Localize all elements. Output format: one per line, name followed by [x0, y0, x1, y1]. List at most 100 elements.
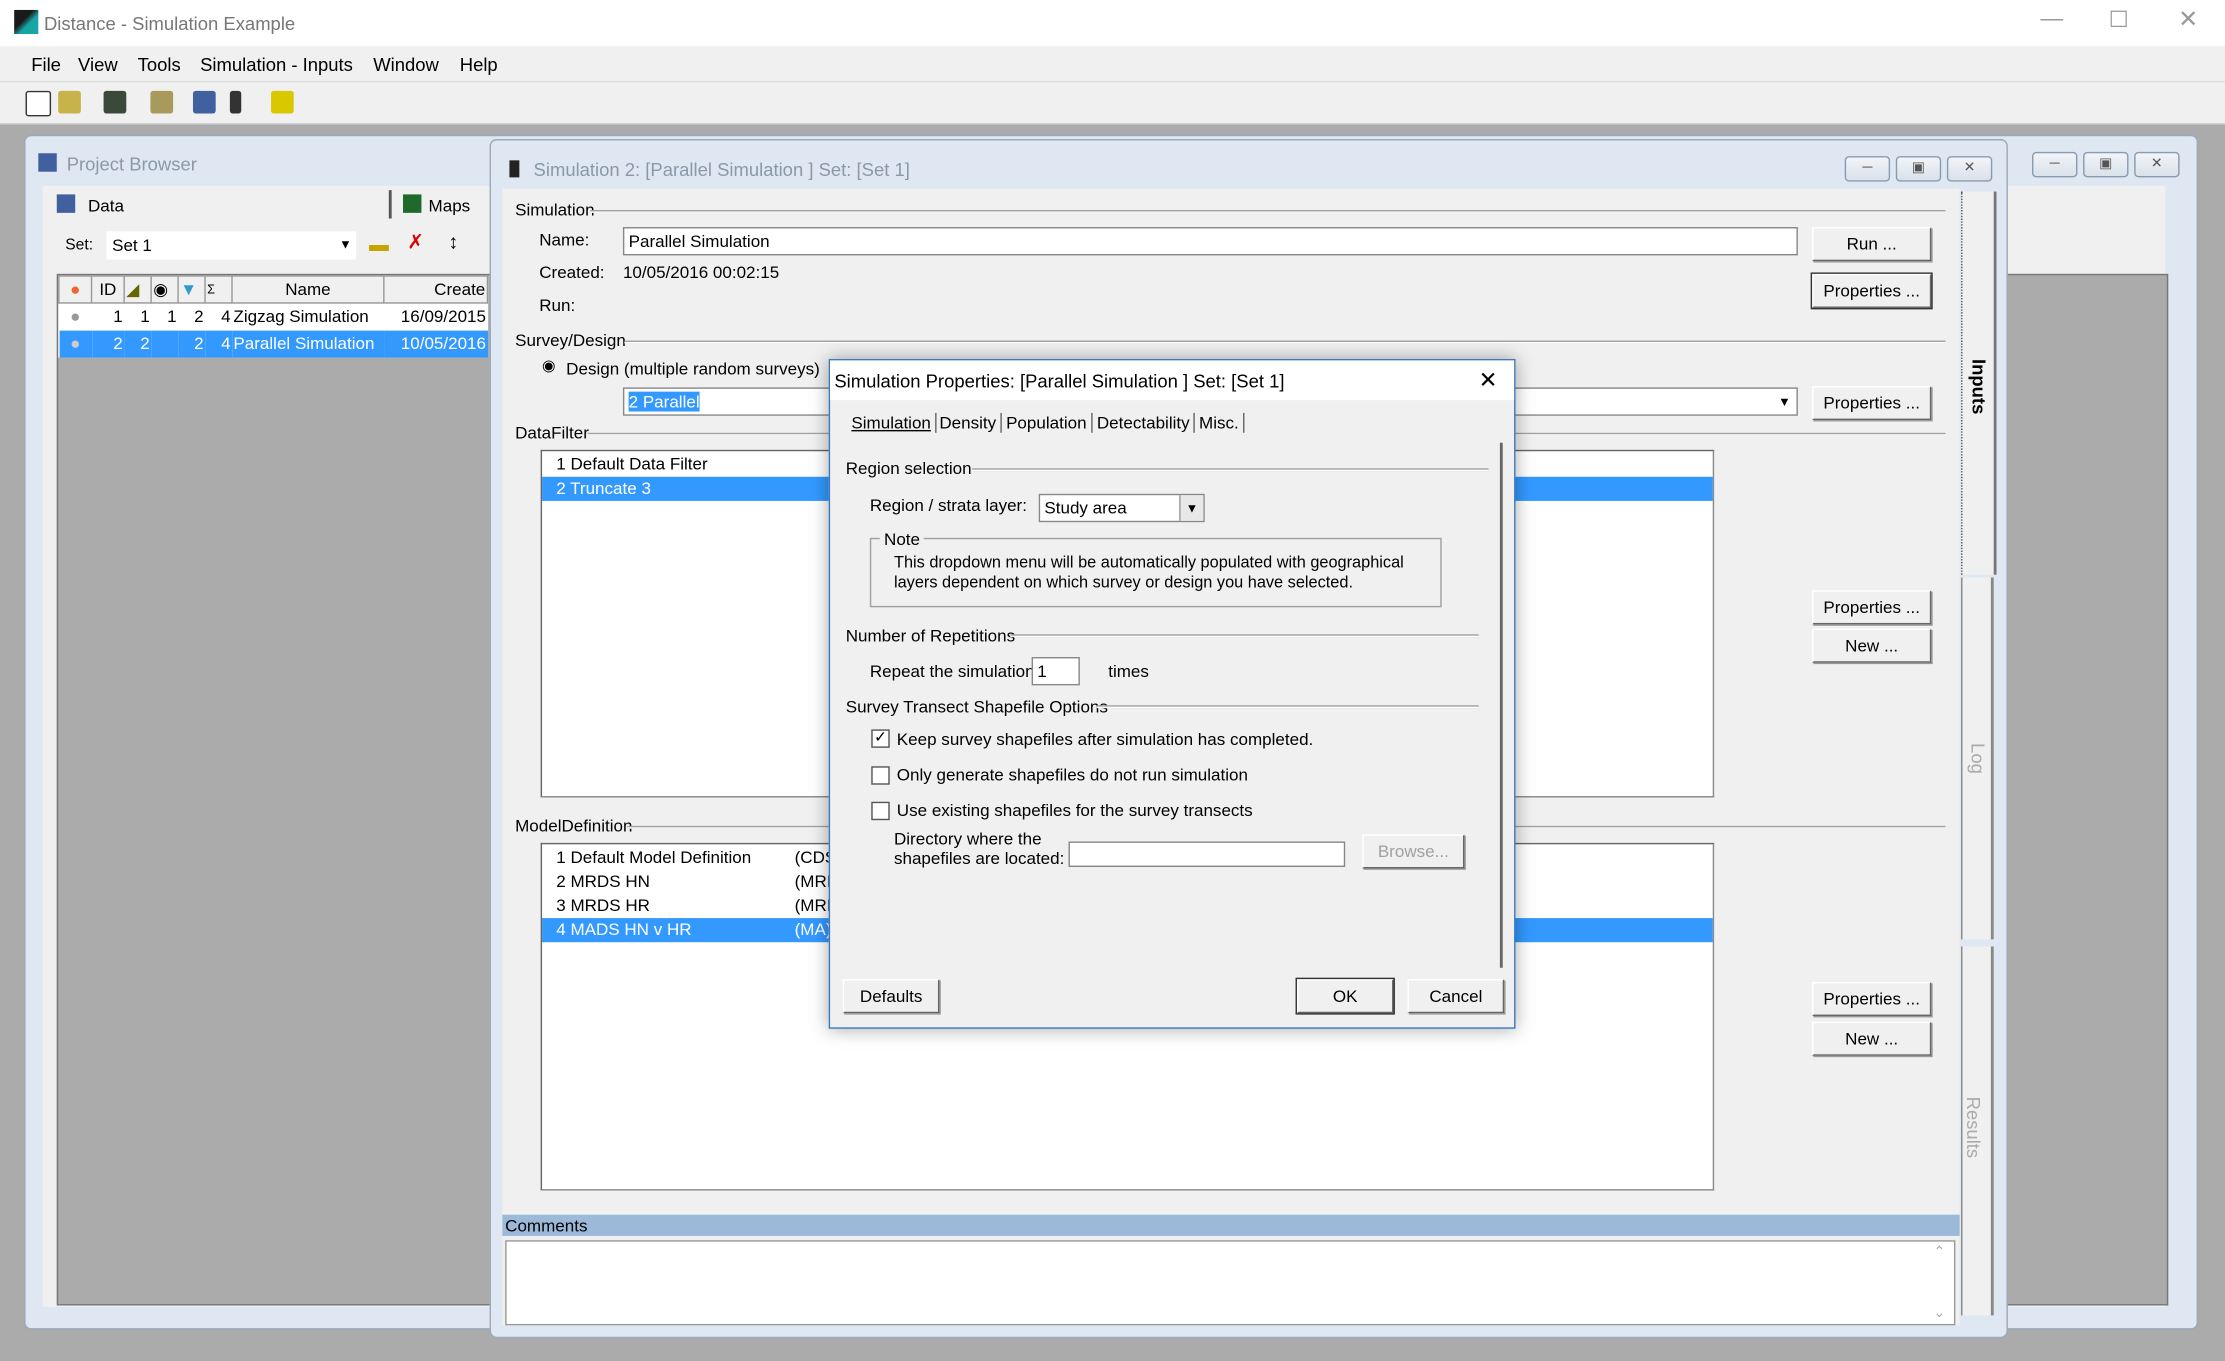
set-dropdown[interactable]: Set 1 ▼	[106, 231, 357, 260]
tab-maps[interactable]: Maps	[400, 190, 499, 218]
name-input[interactable]: Parallel Simulation	[622, 227, 1798, 256]
shapefile-group-label: Survey Transect Shapefile Options	[845, 696, 1108, 717]
table-row-selected[interactable]: ● 2 2 2 4 Parallel Simulation 10/05/2016	[58, 329, 488, 357]
sim-close-button[interactable]: ✕	[1946, 156, 1993, 182]
set-value: Set 1	[112, 235, 152, 256]
tab-misc[interactable]: Misc.	[1195, 412, 1245, 433]
directory-input[interactable]	[1068, 841, 1346, 868]
app-title: Distance - Simulation Example	[43, 12, 296, 35]
tab-population[interactable]: Population	[1002, 412, 1093, 433]
simulation-group-label: Simulation	[515, 200, 595, 220]
row-name: Zigzag Simulation	[233, 306, 369, 327]
comments-header: Comments	[502, 1214, 1960, 1236]
menu-help[interactable]: Help	[460, 54, 498, 75]
name-column-header[interactable]: Name	[231, 275, 385, 304]
new-project-icon[interactable]	[25, 90, 52, 117]
created-column-header[interactable]: Create	[383, 275, 489, 304]
filter-column-icon[interactable]: ▼	[177, 275, 206, 304]
row-model: 4	[221, 333, 231, 354]
scroll-up-icon[interactable]: ⌃	[1934, 1244, 1946, 1260]
model-name: 3 MRDS HR	[556, 895, 650, 916]
help-icon[interactable]	[271, 90, 294, 114]
browser-maximize-button[interactable]: ▣	[2083, 151, 2129, 178]
id-column-header[interactable]: ID	[90, 275, 125, 304]
browser-minimize-button[interactable]: ─	[2032, 151, 2078, 178]
model-new-button[interactable]: New ...	[1812, 1021, 1932, 1056]
use-existing-checkbox[interactable]	[871, 801, 890, 821]
created-value: 10/05/2016 00:02:15	[622, 262, 780, 283]
divider	[624, 340, 1946, 344]
run-button[interactable]: Run ...	[1812, 227, 1932, 262]
dialog-close-icon[interactable]: ✕	[1479, 366, 1498, 394]
tab-data[interactable]: Data	[54, 190, 392, 219]
chevron-down-icon[interactable]: ▼	[1179, 495, 1204, 521]
survey-column-icon[interactable]: ◉	[150, 275, 179, 304]
set-label: Set:	[65, 236, 94, 255]
menu-tools[interactable]: Tools	[138, 54, 181, 75]
app-title-bar: Distance - Simulation Example — ☐ ✕	[0, 0, 2225, 47]
simulation-hat-icon	[509, 160, 520, 178]
sim-maximize-button[interactable]: ▣	[1895, 156, 1942, 182]
table-row[interactable]: ● 1 1 1 2 4 Zigzag Simulation 16/09/2015	[59, 303, 488, 330]
simulation-properties-button[interactable]: Properties ...	[1810, 272, 1933, 310]
ok-button[interactable]: OK	[1295, 977, 1395, 1015]
tab-inputs[interactable]: Inputs	[1961, 191, 1997, 575]
project-browser-icon[interactable]	[192, 90, 216, 114]
simulation-properties-dialog: Simulation Properties: [Parallel Simulat…	[828, 359, 1516, 1029]
log-icon[interactable]	[229, 90, 242, 114]
maximize-icon[interactable]: ☐	[2109, 6, 2129, 34]
minimize-icon[interactable]: —	[2041, 7, 2064, 33]
browse-button[interactable]: Browse...	[1362, 834, 1465, 869]
datafilter-new-button[interactable]: New ...	[1812, 628, 1932, 663]
row-id: 1	[113, 306, 123, 327]
tab-inputs-label: Inputs	[1968, 359, 1990, 415]
region-selection-label: Region selection	[845, 458, 972, 479]
comments-textarea[interactable]: ⌃ ⌄	[505, 1240, 1956, 1326]
app-logo-icon	[14, 9, 39, 35]
cancel-button[interactable]: Cancel	[1407, 979, 1505, 1014]
close-icon[interactable]: ✕	[2178, 6, 2198, 34]
tab-simulation[interactable]: Simulation	[847, 412, 937, 433]
defaults-button[interactable]: Defaults	[842, 979, 940, 1014]
tab-detectability[interactable]: Detectability	[1093, 412, 1196, 433]
open-project-icon[interactable]	[58, 90, 81, 114]
datafilter-properties-button[interactable]: Properties ...	[1812, 590, 1932, 625]
model-name: 1 Default Model Definition	[556, 847, 752, 868]
status-icon: ●	[70, 306, 81, 327]
tab-results-label: Results	[1962, 1096, 1985, 1159]
menu-view[interactable]: View	[78, 54, 118, 75]
import-icon[interactable]	[150, 90, 174, 114]
repetitions-input[interactable]: 1	[1031, 656, 1080, 686]
menu-file[interactable]: File	[31, 54, 61, 75]
use-existing-label: Use existing shapefiles for the survey t…	[896, 800, 1253, 821]
data-filter-column-icon[interactable]: ◢	[123, 275, 152, 304]
region-strata-label: Region / strata layer:	[869, 495, 1027, 516]
keep-shapefiles-label: Keep survey shapefiles after simulation …	[896, 729, 1314, 750]
design-radio[interactable]: ◉	[542, 356, 556, 375]
only-generate-checkbox[interactable]	[871, 766, 890, 785]
tab-log[interactable]: Log	[1961, 577, 1994, 940]
name-label: Name:	[539, 229, 590, 250]
scroll-down-icon[interactable]: ⌄	[1934, 1305, 1946, 1321]
tab-density[interactable]: Density	[935, 412, 1002, 433]
note-label: Note	[879, 529, 925, 550]
menu-simulation-inputs[interactable]: Simulation - Inputs	[200, 54, 353, 75]
move-set-icon[interactable]: ↕	[448, 230, 458, 253]
model-properties-button[interactable]: Properties ...	[1812, 981, 1932, 1017]
menu-window[interactable]: Window	[373, 54, 439, 75]
keep-shapefiles-checkbox[interactable]: ✓	[871, 729, 890, 748]
tab-results[interactable]: Results	[1961, 946, 1994, 1316]
delete-set-icon[interactable]: ✗	[407, 230, 424, 254]
status-column-icon[interactable]: ●	[58, 275, 93, 304]
menu-bar: File View Tools Simulation - Inputs Wind…	[0, 46, 2225, 83]
chevron-down-icon: ▼	[339, 236, 352, 252]
model-column-icon[interactable]: Σ	[204, 275, 233, 304]
sim-minimize-button[interactable]: ─	[1844, 156, 1891, 182]
add-set-icon[interactable]: ▬	[369, 233, 389, 256]
region-strata-dropdown[interactable]: Study area ▼	[1038, 493, 1205, 523]
row-id: 2	[113, 333, 123, 354]
browser-close-button[interactable]: ✕	[2134, 151, 2180, 178]
save-icon[interactable]	[103, 90, 127, 114]
design-properties-button[interactable]: Properties ...	[1812, 385, 1932, 421]
row-filter: 2	[194, 306, 204, 327]
